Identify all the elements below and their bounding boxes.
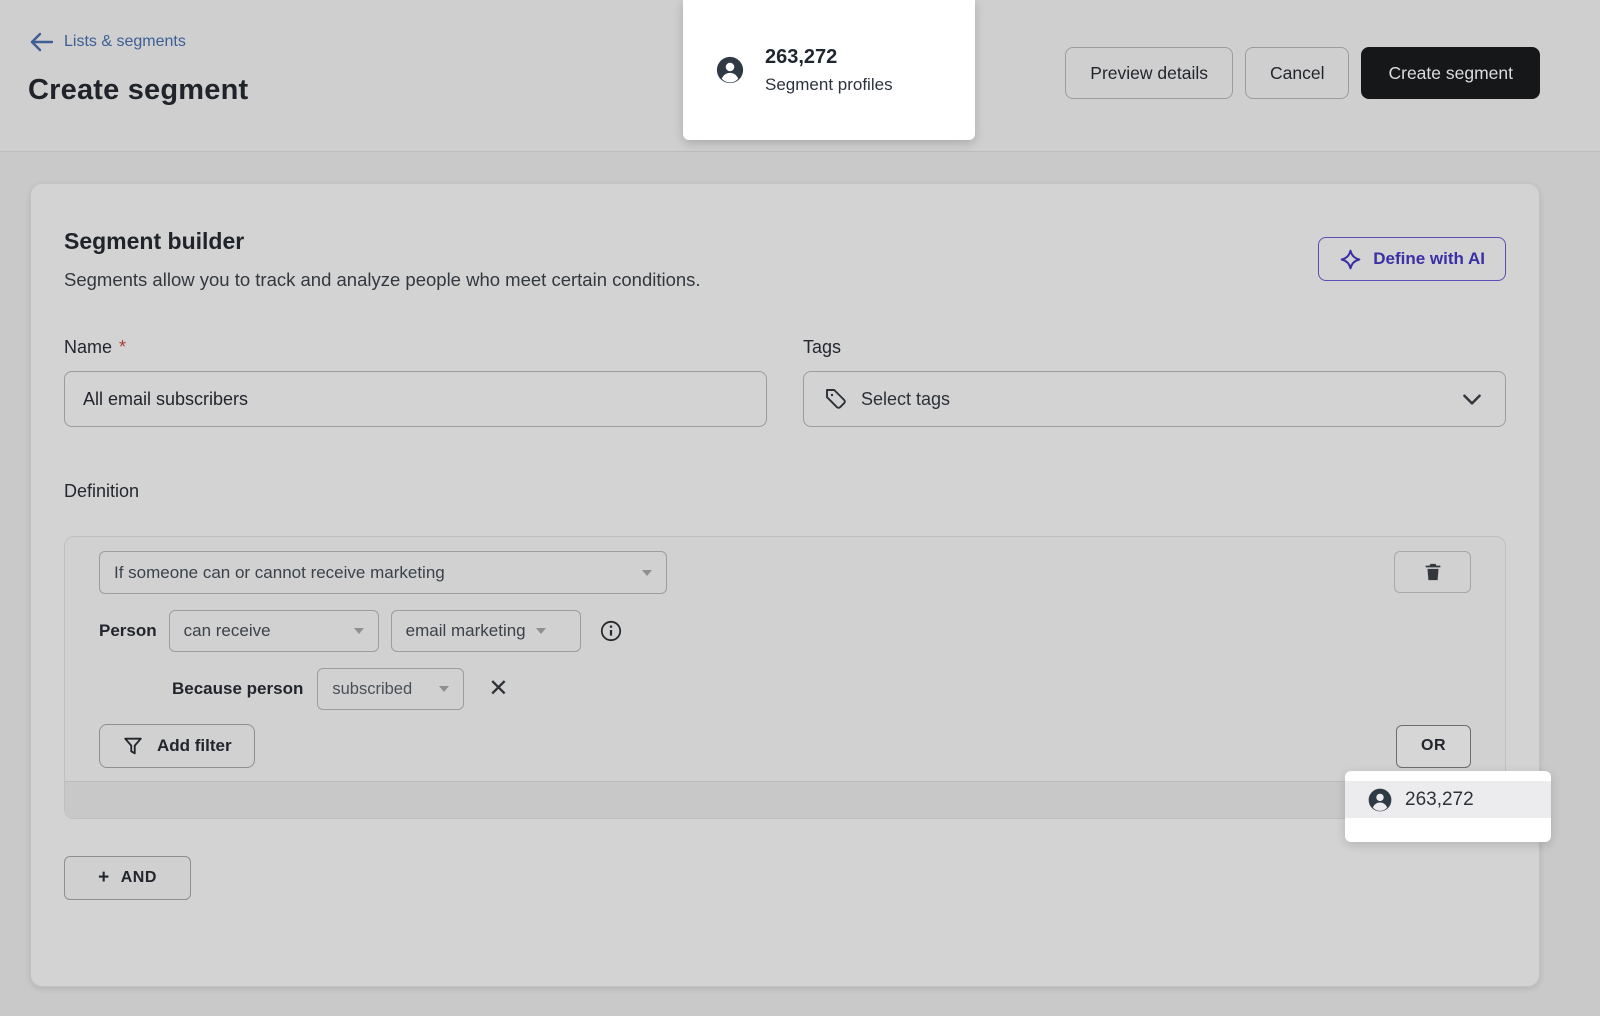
rule-select-value: If someone can or cannot receive marketi… bbox=[114, 563, 445, 583]
operator-select[interactable]: can receive bbox=[169, 610, 379, 652]
reason-select-value: subscribed bbox=[332, 680, 412, 699]
define-with-ai-label: Define with AI bbox=[1373, 249, 1485, 269]
channel-select-value: email marketing bbox=[406, 621, 526, 641]
preview-details-button[interactable]: Preview details bbox=[1065, 47, 1233, 99]
tags-label: Tags bbox=[803, 337, 841, 358]
because-person-label: Because person bbox=[172, 679, 303, 699]
segment-builder-card: Segment builder Segments allow you to tr… bbox=[30, 183, 1540, 987]
back-link[interactable]: Lists & segments bbox=[28, 31, 186, 53]
back-arrow-icon bbox=[28, 31, 54, 53]
trash-icon bbox=[1422, 561, 1444, 583]
builder-subtitle: Segments allow you to track and analyze … bbox=[64, 269, 701, 291]
name-label: Name bbox=[64, 337, 112, 358]
definition-label: Definition bbox=[64, 481, 1506, 502]
builder-title: Segment builder bbox=[64, 228, 701, 255]
sparkle-icon bbox=[1339, 248, 1362, 271]
reason-select[interactable]: subscribed bbox=[317, 668, 464, 710]
segment-profiles-label: Segment profiles bbox=[765, 75, 893, 95]
tags-field: Tags Select tags bbox=[803, 337, 1506, 427]
condition-footer-bar bbox=[65, 781, 1505, 818]
tags-select[interactable]: Select tags bbox=[803, 371, 1506, 427]
builder-header: Segment builder Segments allow you to tr… bbox=[64, 228, 1506, 291]
dropdown-caret-icon bbox=[354, 628, 364, 634]
add-and-condition-button[interactable]: + AND bbox=[64, 856, 191, 900]
person-icon bbox=[715, 55, 745, 85]
plus-icon: + bbox=[98, 867, 110, 889]
name-input[interactable] bbox=[64, 371, 767, 427]
condition-count-band: 263,272 bbox=[1345, 781, 1551, 818]
page-title: Create segment bbox=[28, 74, 248, 107]
info-icon[interactable] bbox=[599, 619, 623, 643]
back-link-label: Lists & segments bbox=[64, 33, 186, 51]
cancel-button[interactable]: Cancel bbox=[1245, 47, 1349, 99]
dropdown-caret-icon bbox=[536, 628, 546, 634]
or-button[interactable]: OR bbox=[1396, 725, 1471, 768]
person-label: Person bbox=[99, 621, 157, 641]
create-segment-page: Lists & segments Create segment Preview … bbox=[0, 0, 1600, 1016]
operator-select-value: can receive bbox=[184, 621, 271, 641]
remove-filter-icon[interactable]: ✕ bbox=[484, 677, 512, 701]
segment-profiles-spotlight: 263,272 Segment profiles bbox=[683, 0, 975, 140]
delete-condition-button[interactable] bbox=[1394, 551, 1471, 593]
condition-group: If someone can or cannot receive marketi… bbox=[64, 536, 1506, 819]
required-asterisk: * bbox=[119, 337, 126, 358]
tag-icon bbox=[824, 387, 848, 411]
tags-placeholder: Select tags bbox=[861, 389, 950, 410]
funnel-icon bbox=[122, 735, 144, 757]
dropdown-caret-icon bbox=[439, 686, 449, 692]
segment-profiles-count: 263,272 bbox=[765, 46, 893, 69]
rule-select[interactable]: If someone can or cannot receive marketi… bbox=[99, 551, 667, 594]
channel-select[interactable]: email marketing bbox=[391, 610, 581, 652]
header-actions: Preview details Cancel Create segment bbox=[1065, 47, 1540, 99]
add-filter-button[interactable]: Add filter bbox=[99, 724, 255, 768]
person-icon bbox=[1367, 787, 1393, 813]
profile-stats: 263,272 Segment profiles bbox=[765, 46, 893, 95]
add-filter-label: Add filter bbox=[157, 736, 232, 756]
condition-profile-count: 263,272 bbox=[1405, 789, 1474, 811]
condition-count-spotlight: 263,272 bbox=[1345, 771, 1551, 842]
dropdown-caret-icon bbox=[642, 570, 652, 576]
chevron-down-icon bbox=[1459, 386, 1485, 412]
form-row: Name * Tags Select tags bbox=[64, 337, 1506, 427]
define-with-ai-button[interactable]: Define with AI bbox=[1318, 237, 1506, 281]
create-segment-button[interactable]: Create segment bbox=[1361, 47, 1540, 99]
name-field: Name * bbox=[64, 337, 767, 427]
and-label: AND bbox=[121, 869, 157, 887]
